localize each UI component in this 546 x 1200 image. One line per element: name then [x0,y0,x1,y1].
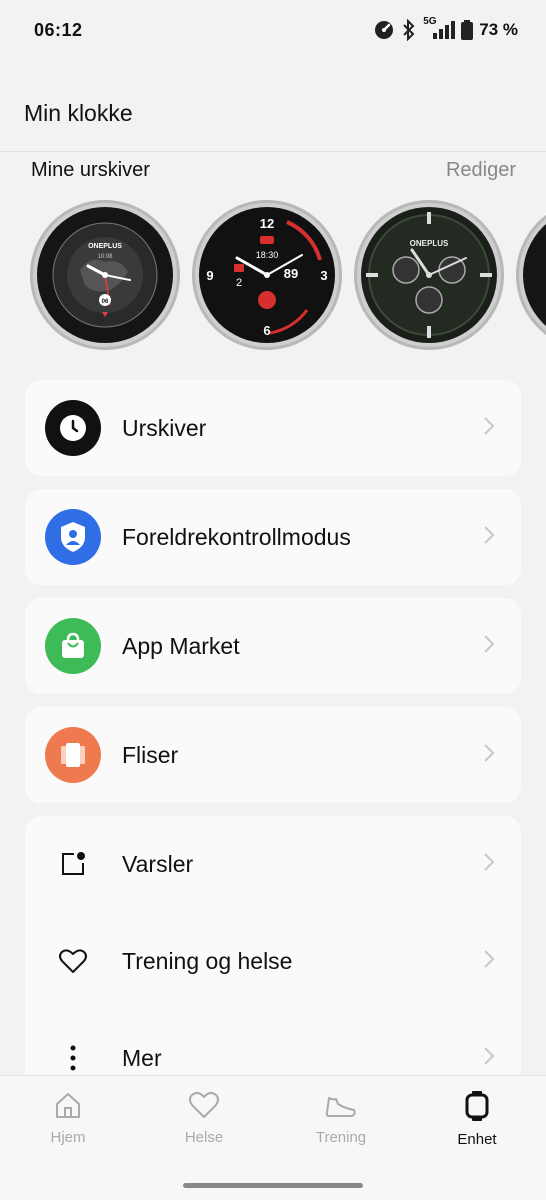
face2-value-left: 2 [236,277,242,289]
face2-time: 18:30 [256,250,279,260]
chevron-right-icon [483,634,495,659]
chevron-right-icon [483,416,495,441]
battery-icon [461,20,474,40]
face3-brand: ONEPLUS [410,239,449,248]
menu-label-notifications: Varsler [122,850,194,877]
menu-label-more: Mer [122,1044,162,1071]
menu-item-training-health[interactable]: Trening og helse [25,913,521,1009]
menu-label-watchfaces: Urskiver [122,414,207,441]
bluetooth-icon [401,19,417,41]
shoe-icon [324,1090,358,1125]
watchface-sport[interactable]: 12 6 9 3 18:30 2 89 [192,200,342,350]
card-tiles[interactable]: Fliser [25,707,521,803]
bottom-navigation: Hjem Helse Trening Enhet [0,1075,546,1200]
status-bar: 06:12 5G 73 % [0,0,546,60]
menu-item-parental[interactable]: Foreldrekontrollmodus [25,489,521,585]
watchface-chronograph[interactable]: ONEPLUS [354,200,504,350]
battery-percent: 73 % [479,20,518,39]
menu-label-parental: Foreldrekontrollmodus [122,523,351,550]
card-app-market[interactable]: App Market [25,598,521,694]
watchface-world-time[interactable]: ONEPLUS 10:08 06 [30,200,180,350]
card-parental[interactable]: Foreldrekontrollmodus [25,489,521,585]
chevron-right-icon [483,525,495,550]
clock-icon [45,400,101,456]
watch-icon [464,1090,490,1127]
menu-item-notifications[interactable]: Varsler [25,816,521,912]
face1-time: 10:08 [97,254,113,260]
nav-item-device[interactable]: Enhet [422,1090,532,1150]
page-title: Min klokke [24,100,133,126]
face2-numeral-6: 6 [263,323,270,338]
chevron-right-icon [483,852,495,877]
home-indicator[interactable] [183,1183,363,1188]
section-title: Mine urskiver [31,158,150,181]
nav-item-health[interactable]: Helse [149,1090,259,1150]
menu-item-watchfaces[interactable]: Urskiver [25,380,521,476]
card-settings-group: Varsler Trening og helse Mer [25,816,521,1096]
home-icon [53,1090,83,1125]
nav-item-training[interactable]: Trening [286,1090,396,1150]
menu-label-tiles: Fliser [122,741,179,768]
watchfaces-section-header: Mine urskiver Rediger [0,152,546,188]
edit-button[interactable]: Rediger [446,159,516,182]
more-vertical-icon [55,1040,91,1076]
nav-label-home: Hjem [50,1129,86,1146]
face2-value-right: 89 [284,266,298,281]
nav-item-home[interactable]: Hjem [13,1090,123,1150]
chevron-right-icon [483,1046,495,1071]
menu-label-training-health: Trening og helse [122,947,293,974]
status-time: 06:12 [34,19,83,40]
nav-label-health: Helse [184,1129,224,1146]
shield-user-icon [45,509,101,565]
heart-icon [55,943,91,979]
face1-brand: ONEPLUS [88,243,122,250]
nav-label-device: Enhet [457,1131,497,1148]
watchface-partial[interactable] [516,200,546,350]
speedometer-icon [373,19,395,41]
heart-icon [188,1090,220,1125]
face2-numeral-9: 9 [206,268,213,283]
notification-icon [55,846,91,882]
menu-item-app-market[interactable]: App Market [25,598,521,694]
app-header: Min klokke [0,60,546,152]
tiles-icon [45,727,101,783]
menu-item-tiles[interactable]: Fliser [25,707,521,803]
card-watchfaces[interactable]: Urskiver [25,380,521,476]
nav-label-training: Trening [315,1129,367,1146]
status-icons: 5G 73 % [373,16,518,41]
chevron-right-icon [483,949,495,974]
signal-icon: 5G [423,16,456,41]
menu-label-app-market: App Market [122,632,240,659]
watchface-carousel[interactable]: ONEPLUS 10:08 06 12 6 9 3 18:30 2 89 ONE… [0,200,546,350]
shopping-bag-icon [45,618,101,674]
face1-date: 06 [102,299,109,305]
face2-numeral-12: 12 [260,216,274,231]
face2-numeral-3: 3 [320,268,327,283]
chevron-right-icon [483,743,495,768]
